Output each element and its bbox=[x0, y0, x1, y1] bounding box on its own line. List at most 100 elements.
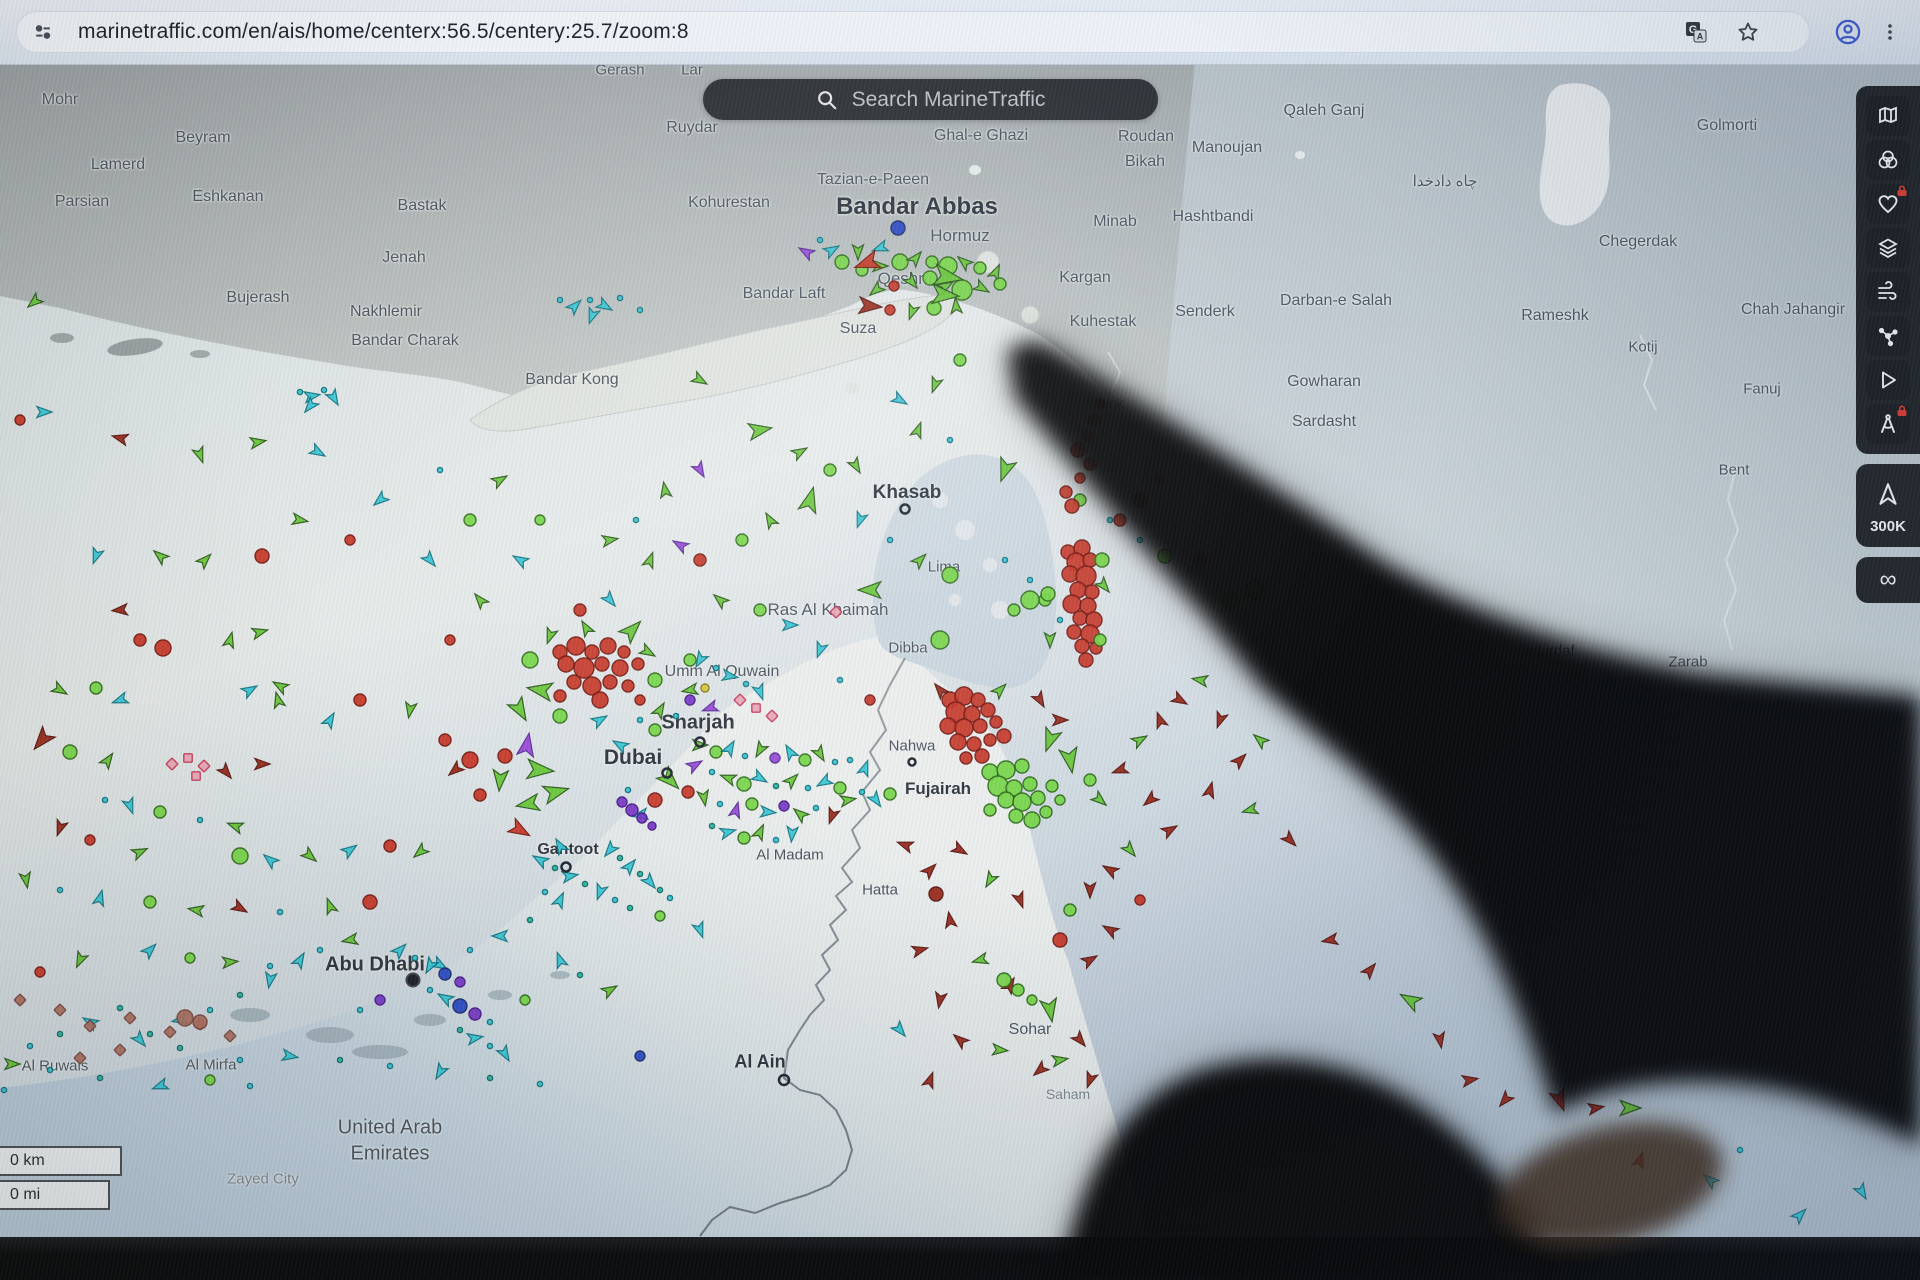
vessel-marker[interactable] bbox=[515, 794, 540, 814]
vessel-marker[interactable] bbox=[635, 1051, 645, 1061]
vessel-marker[interactable] bbox=[673, 713, 678, 718]
vessel-marker[interactable] bbox=[122, 797, 138, 815]
vessel-marker[interactable] bbox=[907, 248, 925, 267]
city-marker[interactable] bbox=[562, 863, 571, 872]
vessel-marker[interactable] bbox=[508, 697, 534, 725]
vessel-marker[interactable] bbox=[574, 604, 586, 616]
vessel-marker[interactable] bbox=[642, 551, 658, 569]
vessel-marker[interactable] bbox=[1084, 774, 1096, 786]
vessel-marker[interactable] bbox=[779, 801, 789, 811]
routes-button[interactable] bbox=[1866, 316, 1910, 356]
vessel-marker[interactable] bbox=[686, 756, 705, 773]
vessel-marker[interactable] bbox=[97, 1075, 102, 1080]
vessel-marker[interactable] bbox=[57, 1031, 62, 1036]
vessel-marker[interactable] bbox=[1085, 585, 1099, 599]
vessel-marker[interactable] bbox=[858, 582, 881, 599]
vessel-marker[interactable] bbox=[981, 703, 995, 717]
vessel-marker[interactable] bbox=[1620, 1100, 1641, 1115]
search-bar[interactable]: Search MarineTraffic bbox=[703, 79, 1158, 120]
vessel-marker[interactable] bbox=[508, 819, 534, 843]
weather-button[interactable] bbox=[1866, 272, 1910, 312]
vessel-marker[interactable] bbox=[1065, 499, 1079, 513]
vessel-marker[interactable] bbox=[973, 280, 992, 297]
vessel-marker[interactable] bbox=[1053, 933, 1067, 947]
vessel-marker[interactable] bbox=[537, 1081, 542, 1086]
vessel-marker[interactable] bbox=[412, 955, 417, 960]
vessel-marker[interactable] bbox=[697, 790, 710, 807]
vessel-marker[interactable] bbox=[317, 947, 322, 952]
vessel-marker[interactable] bbox=[637, 717, 642, 722]
vessel-marker[interactable] bbox=[1187, 567, 1192, 572]
vessel-marker[interactable] bbox=[617, 797, 627, 807]
vessel-marker[interactable] bbox=[1321, 933, 1338, 946]
vessel-marker[interactable] bbox=[247, 1083, 252, 1088]
vessel-marker[interactable] bbox=[74, 1052, 86, 1064]
vessel-marker[interactable] bbox=[891, 1021, 909, 1040]
vessel-marker[interactable] bbox=[391, 940, 409, 958]
vessel-marker[interactable] bbox=[487, 1019, 492, 1024]
bookmark-star-icon[interactable] bbox=[1730, 14, 1766, 50]
vessel-marker[interactable] bbox=[595, 657, 609, 671]
vessel-marker[interactable] bbox=[1737, 1147, 1742, 1152]
vessel-marker[interactable] bbox=[131, 844, 149, 860]
vessel-marker[interactable] bbox=[857, 759, 873, 777]
vessel-marker[interactable] bbox=[885, 305, 895, 315]
vessel-marker[interactable] bbox=[921, 860, 939, 878]
vessel-marker[interactable] bbox=[57, 887, 62, 892]
vessel-marker[interactable] bbox=[1084, 458, 1096, 470]
vessel-marker[interactable] bbox=[1027, 577, 1032, 582]
vessel-marker[interactable] bbox=[435, 989, 454, 1006]
vessel-marker[interactable] bbox=[1079, 653, 1093, 667]
vessel-marker[interactable] bbox=[1107, 517, 1112, 522]
vessel-marker[interactable] bbox=[625, 787, 630, 792]
vessel-marker[interactable] bbox=[1496, 1091, 1514, 1110]
vessel-marker[interactable] bbox=[950, 734, 966, 750]
url-text[interactable]: marinetraffic.com/en/ais/home/centerx:56… bbox=[78, 20, 689, 44]
vessel-marker[interactable] bbox=[1075, 473, 1085, 483]
vessel-marker[interactable] bbox=[584, 307, 600, 325]
vessel-marker[interactable] bbox=[439, 968, 451, 980]
vessel-marker[interactable] bbox=[912, 943, 929, 958]
vessel-marker[interactable] bbox=[649, 724, 661, 736]
vessel-marker[interactable] bbox=[1397, 988, 1423, 1012]
vessel-marker[interactable] bbox=[19, 872, 32, 889]
vessel-marker[interactable] bbox=[736, 534, 748, 546]
vessel-marker[interactable] bbox=[790, 805, 809, 823]
vessel-marker[interactable] bbox=[1073, 611, 1087, 625]
vessel-marker[interactable] bbox=[834, 782, 846, 794]
vessel-marker[interactable] bbox=[474, 789, 486, 801]
vessel-marker[interactable] bbox=[682, 786, 694, 798]
vessel-marker[interactable] bbox=[292, 513, 309, 526]
vessel-marker[interactable] bbox=[1588, 1101, 1605, 1114]
vessel-marker[interactable] bbox=[542, 889, 547, 894]
vessel-marker[interactable] bbox=[1030, 1061, 1049, 1079]
vessel-marker[interactable] bbox=[144, 896, 156, 908]
vessel-marker[interactable] bbox=[354, 694, 366, 706]
vessel-marker[interactable] bbox=[37, 406, 52, 417]
vessel-marker[interactable] bbox=[752, 683, 768, 701]
vessel-marker[interactable] bbox=[231, 900, 250, 917]
vessel-marker[interactable] bbox=[709, 823, 714, 828]
vessel-marker[interactable] bbox=[637, 307, 642, 312]
vessel-marker[interactable] bbox=[1024, 812, 1040, 828]
vessel-marker[interactable] bbox=[602, 533, 619, 546]
vessel-marker[interactable] bbox=[566, 296, 584, 314]
vessel-marker[interactable] bbox=[551, 836, 568, 855]
vessel-marker[interactable] bbox=[783, 619, 798, 630]
vessel-marker[interactable] bbox=[891, 221, 905, 235]
vessel-marker[interactable] bbox=[557, 297, 562, 302]
vessel-marker[interactable] bbox=[558, 656, 574, 672]
vessel-marker[interactable] bbox=[427, 987, 432, 992]
vessel-marker[interactable] bbox=[910, 421, 926, 439]
vessel-marker[interactable] bbox=[773, 837, 778, 842]
vessel-marker[interactable] bbox=[840, 793, 857, 806]
vessel-marker[interactable] bbox=[1140, 791, 1159, 809]
vessel-marker[interactable] bbox=[619, 616, 647, 644]
vessel-marker[interactable] bbox=[292, 950, 309, 969]
vessel-marker[interactable] bbox=[102, 797, 107, 802]
vessel-marker[interactable] bbox=[967, 737, 981, 751]
vessel-marker[interactable] bbox=[612, 897, 617, 902]
vessel-marker[interactable] bbox=[742, 753, 747, 758]
vessel-marker[interactable] bbox=[814, 774, 833, 791]
vessel-marker[interactable] bbox=[1071, 443, 1085, 457]
